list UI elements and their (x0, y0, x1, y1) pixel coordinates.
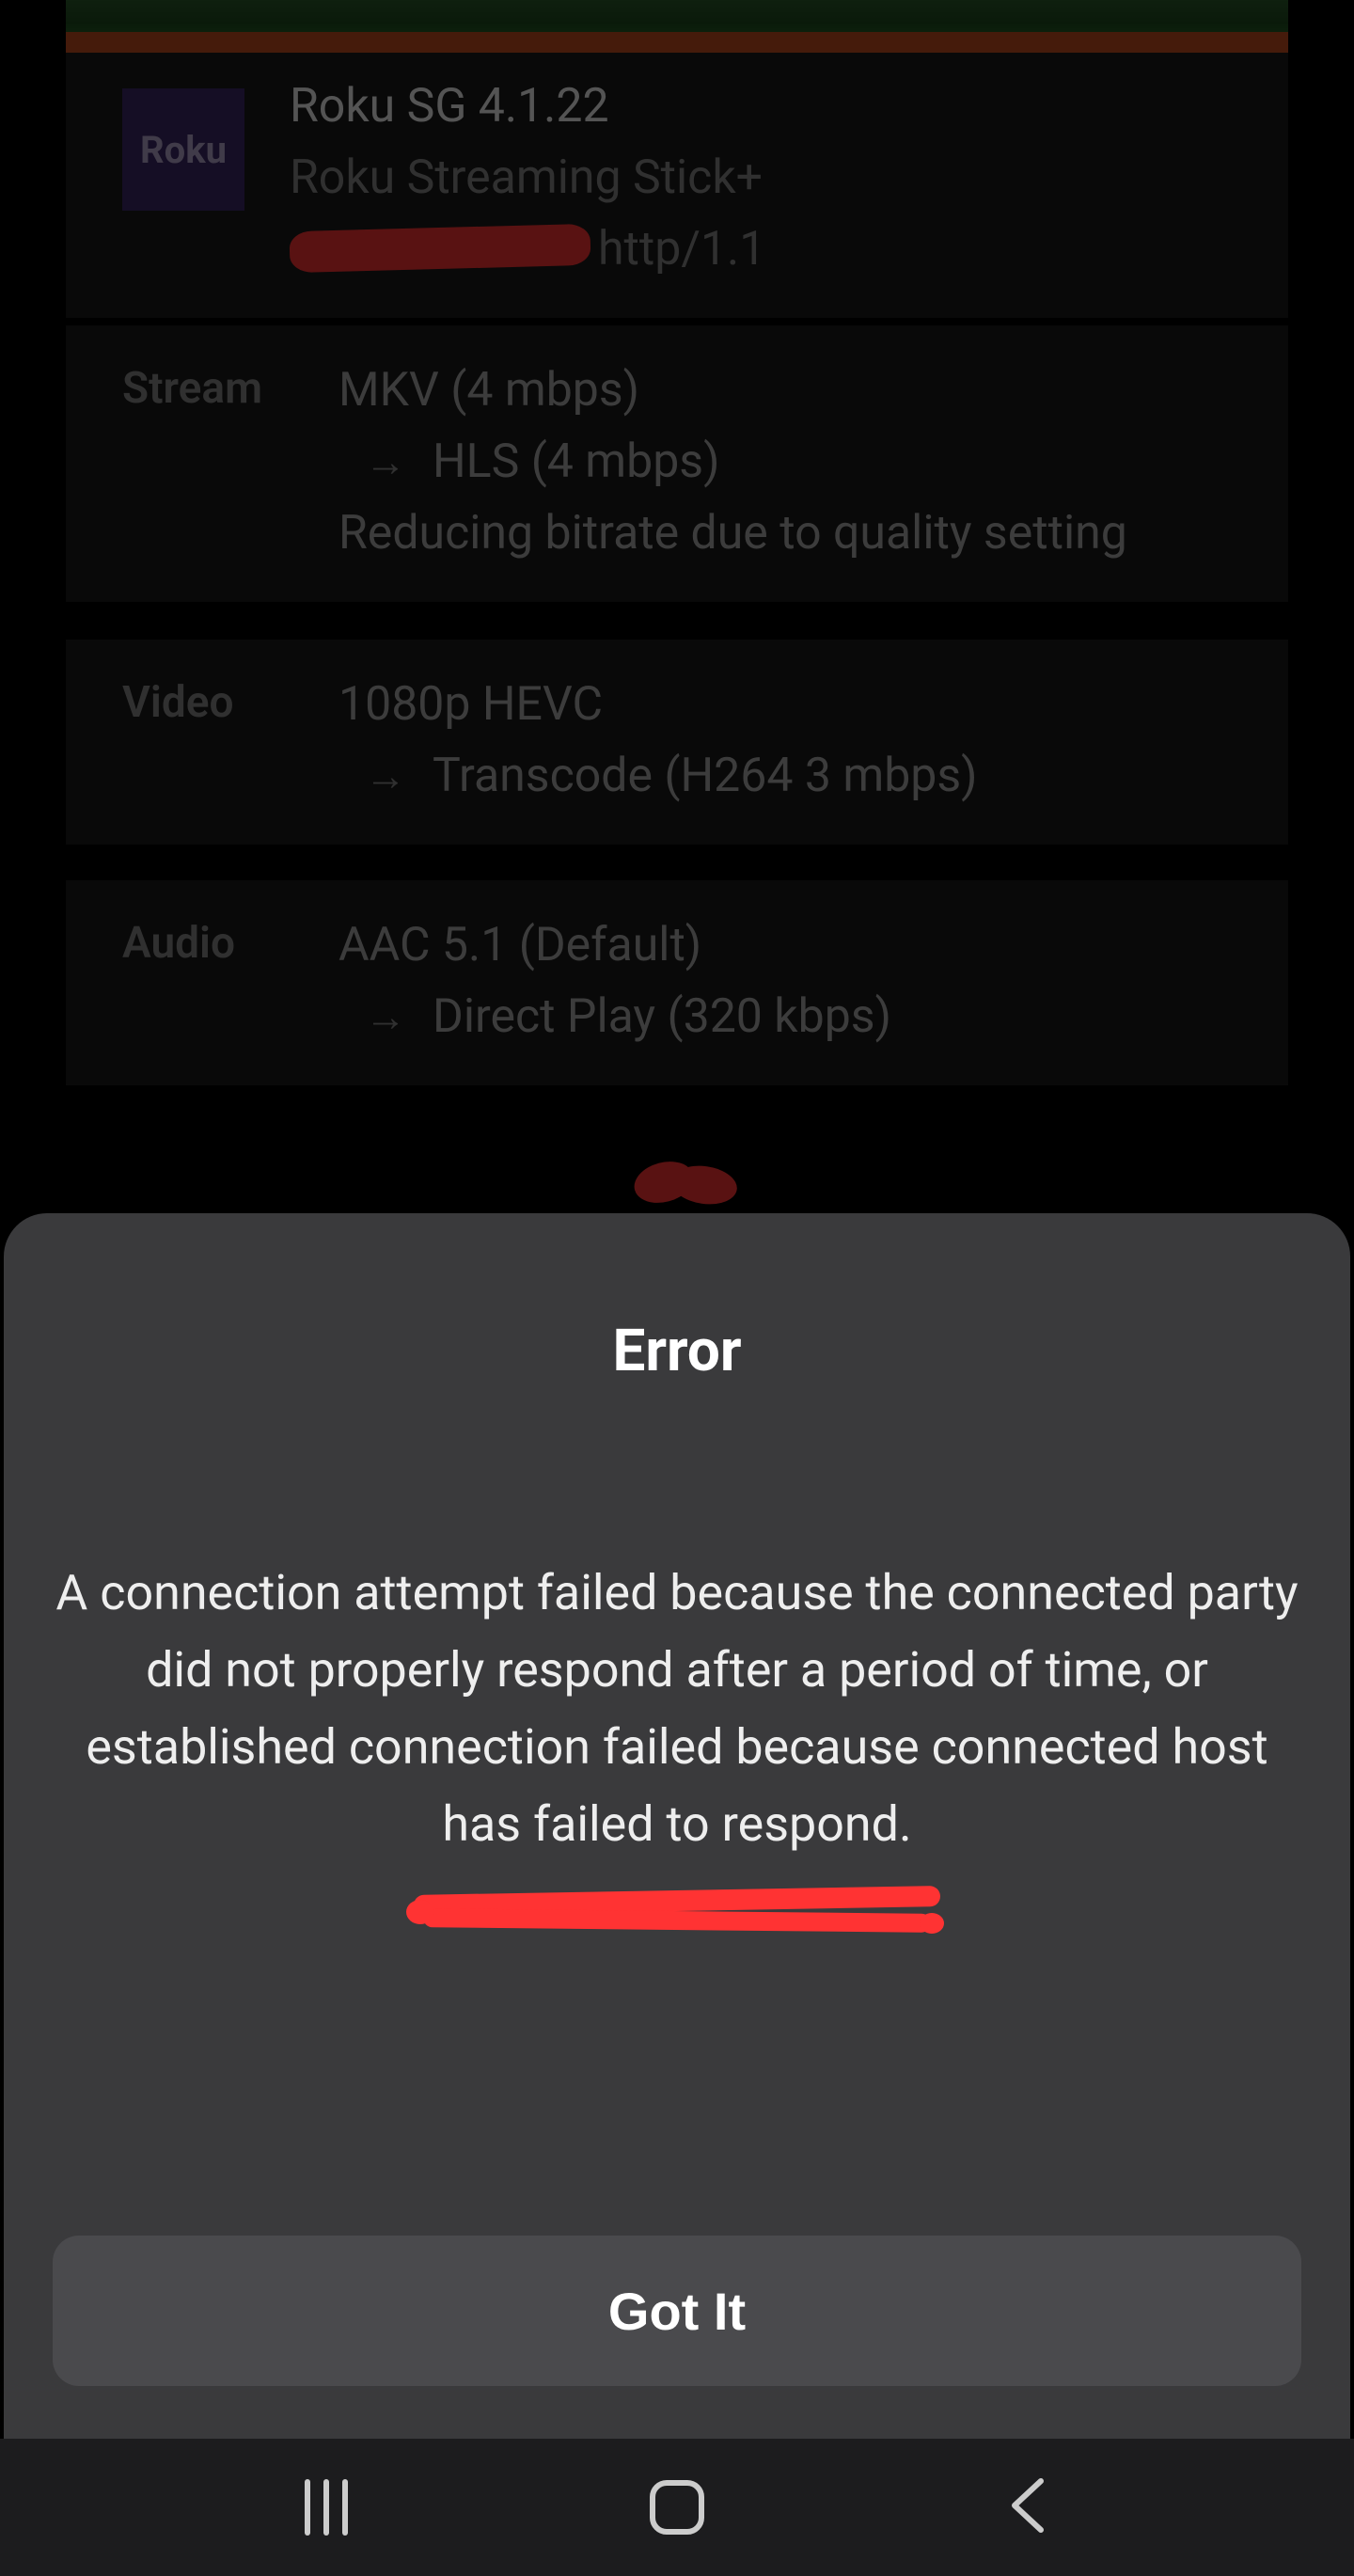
arrow-right-icon: → (365, 751, 406, 800)
video-label: Video (122, 677, 338, 803)
progress-bar-bg (66, 0, 1288, 32)
error-dialog: Error A connection attempt failed becaus… (4, 1213, 1350, 2439)
stream-target: HLS (4 mbps) (433, 435, 720, 489)
home-icon (650, 2480, 704, 2535)
device-panel: Roku Roku SG 4.1.22 Roku Streaming Stick… (66, 53, 1288, 318)
stream-panel: Stream MKV (4 mbps) → HLS (4 mbps) Reduc… (66, 325, 1288, 602)
android-nav-bar (0, 2439, 1354, 2576)
stream-note: Reducing bitrate due to quality setting (338, 506, 1127, 561)
stream-source: MKV (4 mbps) (338, 363, 1127, 418)
roku-logo-text: Roku (140, 128, 227, 172)
dialog-message: A connection attempt failed because the … (53, 1555, 1301, 1864)
roku-logo: Roku (122, 88, 244, 211)
audio-panel: Audio AAC 5.1 (Default) → Direct Play (3… (66, 880, 1288, 1085)
audio-target: Direct Play (320 kbps) (433, 989, 891, 1044)
device-protocol: http/1.1 (598, 222, 765, 277)
audio-source: AAC 5.1 (Default) (338, 918, 891, 972)
back-button[interactable] (971, 2460, 1084, 2554)
home-button[interactable] (621, 2460, 733, 2554)
video-panel: Video 1080p HEVC → Transcode (H264 3 mbp… (66, 640, 1288, 845)
recents-icon (305, 2479, 348, 2536)
device-title: Roku SG 4.1.22 (290, 79, 765, 134)
redaction-mark (290, 224, 590, 275)
back-icon (1007, 2475, 1048, 2539)
arrow-right-icon: → (365, 992, 406, 1041)
progress-bar-fg (66, 32, 1288, 53)
stream-label: Stream (122, 363, 338, 561)
got-it-button[interactable]: Got It (53, 2236, 1301, 2386)
recents-button[interactable] (270, 2460, 383, 2554)
video-source: 1080p HEVC (338, 677, 978, 732)
redaction-mark (414, 1885, 940, 1939)
audio-label: Audio (122, 918, 338, 1044)
redaction-mark (634, 1157, 735, 1213)
arrow-right-icon: → (365, 437, 406, 486)
dialog-title: Error (612, 1317, 741, 1385)
video-target: Transcode (H264 3 mbps) (433, 749, 978, 803)
device-model: Roku Streaming Stick+ (290, 150, 765, 205)
